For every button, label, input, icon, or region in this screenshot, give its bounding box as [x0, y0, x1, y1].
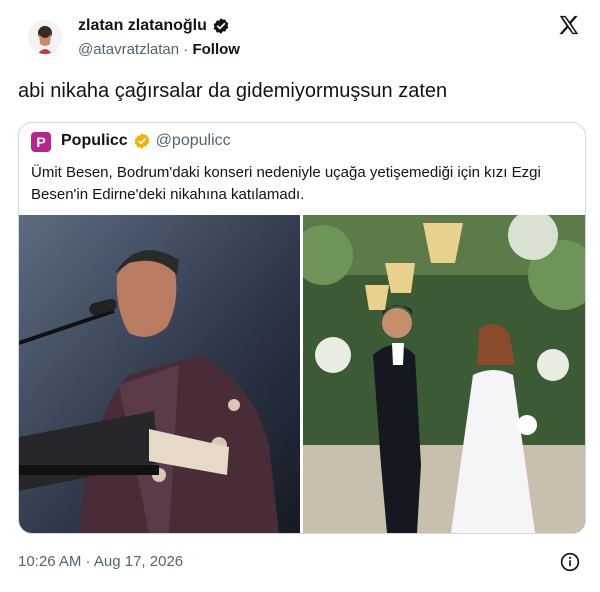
author-handle[interactable]: @atavratzlatan	[78, 41, 179, 58]
gold-verified-badge-icon	[134, 133, 150, 149]
quote-image-singer[interactable]	[19, 215, 300, 533]
author-avatar[interactable]	[28, 20, 62, 54]
follow-button[interactable]: Follow	[192, 41, 240, 58]
author-handle-row: @atavratzlatan · Follow	[78, 41, 240, 58]
x-logo-icon[interactable]	[558, 14, 580, 36]
verified-badge-icon	[213, 18, 229, 34]
quoted-tweet-card[interactable]: P Populicc @populicc Ümit Besen, Bodrum'…	[18, 122, 586, 534]
tweet-timestamp[interactable]: 10:26 AM · Aug 17, 2026	[18, 553, 183, 570]
quote-author-name[interactable]: Populicc	[61, 132, 128, 150]
quote-text: Ümit Besen, Bodrum'daki konseri nedeniyl…	[31, 164, 541, 203]
separator-dot: ·	[183, 41, 189, 58]
tweet-text: abi nikaha çağırsalar da gidemiyormuşsun…	[18, 80, 448, 102]
quote-avatar[interactable]: P	[31, 132, 51, 152]
author-name-row[interactable]: zlatan zlatanoğlu	[78, 17, 230, 35]
quote-author-handle[interactable]: @populicc	[156, 132, 231, 150]
author-name[interactable]: zlatan zlatanoğlu	[78, 17, 207, 35]
info-icon[interactable]	[560, 552, 580, 572]
quote-name-row: Populicc @populicc	[61, 132, 231, 150]
quote-image-wedding[interactable]	[303, 215, 585, 533]
